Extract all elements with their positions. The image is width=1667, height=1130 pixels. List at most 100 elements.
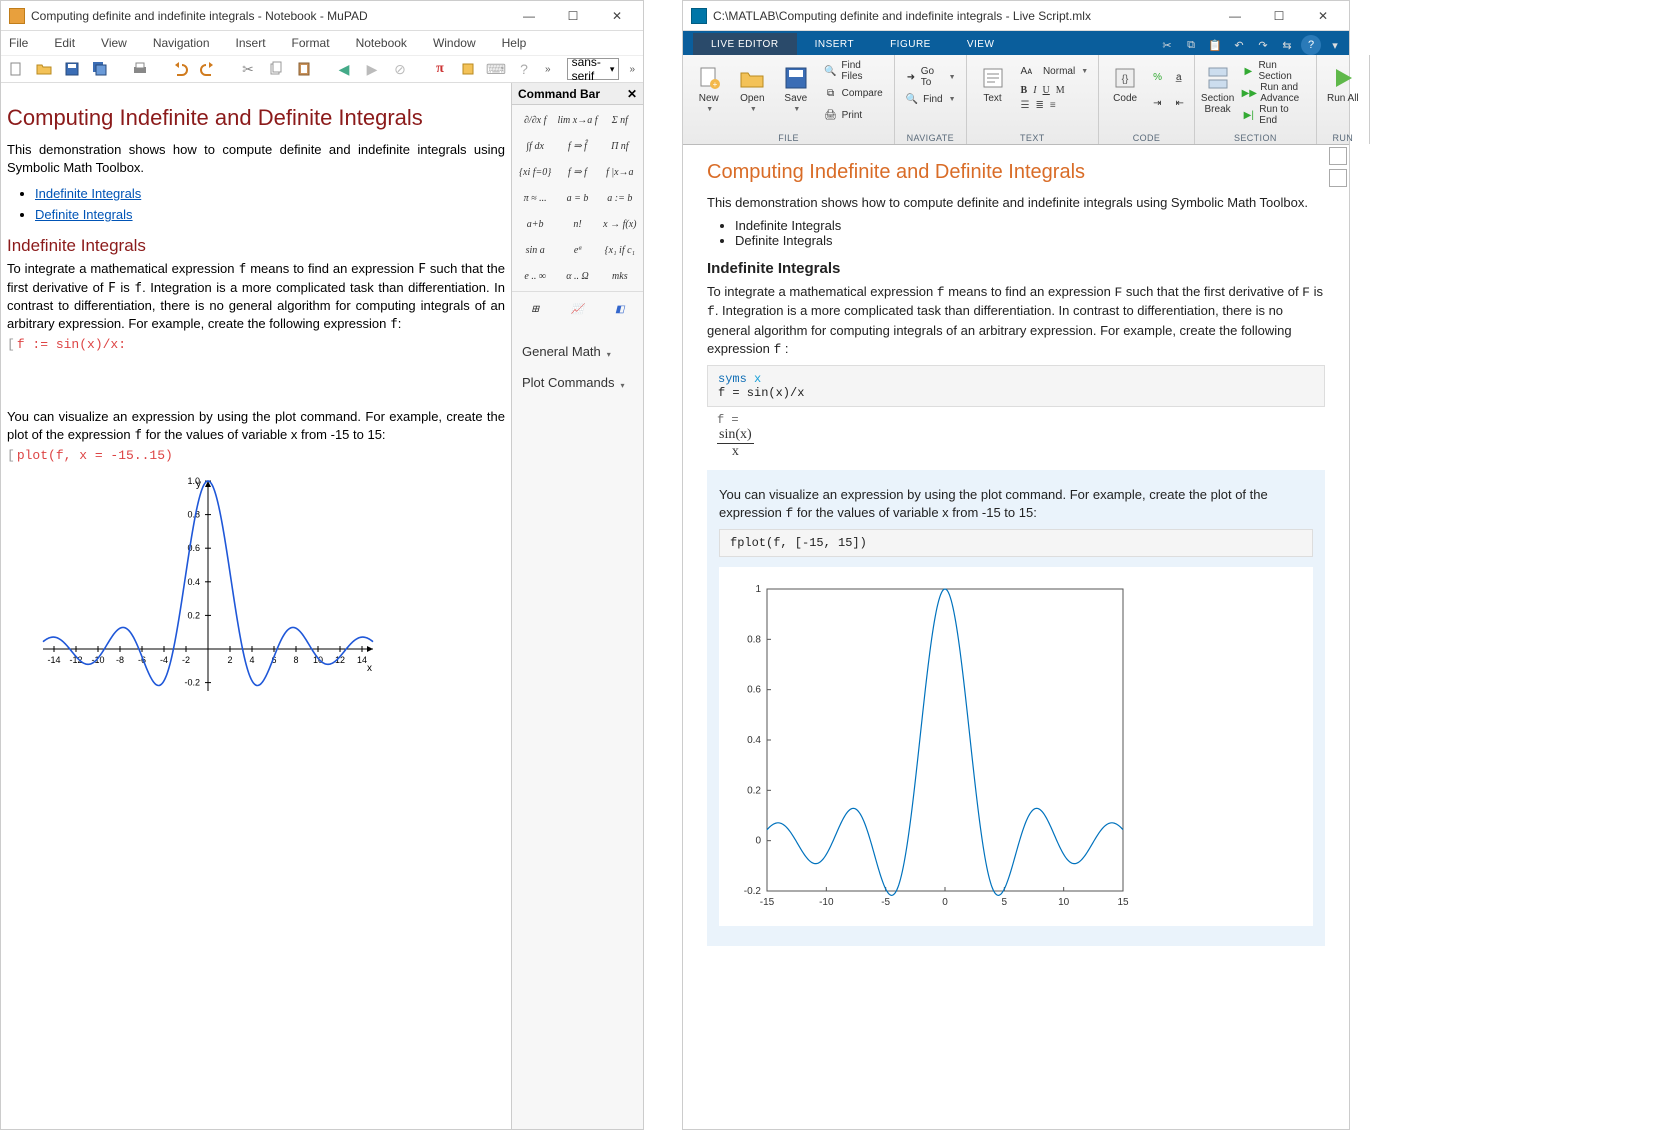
- qa-more-icon[interactable]: ▾: [1325, 35, 1345, 55]
- print-icon[interactable]: [129, 58, 151, 80]
- print-button[interactable]: 🖨Print: [820, 105, 889, 125]
- close-button[interactable]: ✕: [1301, 2, 1345, 30]
- cmd-cell-10[interactable]: a = b: [556, 185, 598, 211]
- pi-icon[interactable]: π: [429, 58, 451, 80]
- cmd-cell-13[interactable]: n!: [556, 211, 598, 237]
- qa-undo-icon[interactable]: ↶: [1229, 35, 1249, 55]
- eval-icon[interactable]: [457, 58, 479, 80]
- ml-code-2[interactable]: fplot(f, [-15, 15]): [719, 529, 1313, 557]
- cmd-cell-1[interactable]: lim x→a f: [556, 107, 598, 133]
- compare-button[interactable]: ⧉Compare: [820, 83, 889, 103]
- gutter-output-inline-icon[interactable]: [1329, 169, 1347, 187]
- ml-code-1[interactable]: syms x f = sin(x)/x: [707, 365, 1325, 407]
- link-definite[interactable]: Definite Integrals: [35, 207, 133, 222]
- gutter-output-right-icon[interactable]: [1329, 147, 1347, 165]
- code-c-icon[interactable]: ⇥: [1149, 93, 1165, 113]
- paste-icon[interactable]: [293, 58, 315, 80]
- toolbar-overflow-icon[interactable]: »: [545, 64, 551, 75]
- cmd-cell-2[interactable]: Σ nf: [599, 107, 641, 133]
- open-button[interactable]: Open▼: [733, 61, 773, 113]
- code-button[interactable]: {}Code: [1105, 61, 1145, 104]
- tab-view[interactable]: VIEW: [949, 33, 1013, 55]
- menu-edit[interactable]: Edit: [50, 34, 79, 52]
- goto-button[interactable]: ➜Go To▼: [901, 67, 959, 87]
- plot-commands-link[interactable]: Plot Commands: [512, 367, 643, 398]
- code-b-icon[interactable]: a̲: [1172, 67, 1186, 87]
- cmd-cell-3[interactable]: ∫f dx: [514, 133, 556, 159]
- italic-button[interactable]: I: [1033, 85, 1036, 96]
- find-files-button[interactable]: 🔍Find Files: [820, 61, 889, 81]
- run-all-button[interactable]: Run All: [1323, 61, 1363, 104]
- tab-live-editor[interactable]: LIVE EDITOR: [693, 33, 797, 55]
- code-block-1[interactable]: f := sin(x)/x:: [7, 337, 505, 352]
- nav-fwd-icon[interactable]: ▶: [361, 58, 383, 80]
- minimize-button[interactable]: —: [507, 2, 551, 30]
- maximize-button[interactable]: ☐: [1257, 2, 1301, 30]
- help-icon[interactable]: ?: [513, 58, 535, 80]
- cmd-matrix-icon[interactable]: ⊞: [514, 296, 556, 322]
- cmd-cell-18[interactable]: e .. ∞: [514, 263, 556, 289]
- list-number-button[interactable]: ≣: [1036, 100, 1044, 111]
- align-button[interactable]: ≡: [1050, 100, 1056, 111]
- cmd-cell-4[interactable]: f ⇒ f̂: [556, 133, 598, 159]
- cmd-cell-7[interactable]: f ⇒ f: [556, 159, 598, 185]
- cmd-cell-14[interactable]: x → f(x): [599, 211, 641, 237]
- tab-insert[interactable]: INSERT: [797, 33, 873, 55]
- new-icon[interactable]: [5, 58, 27, 80]
- cmd-cell-11[interactable]: a := b: [599, 185, 641, 211]
- close-icon[interactable]: ✕: [627, 87, 637, 101]
- underline-button[interactable]: U: [1043, 85, 1050, 96]
- open-icon[interactable]: [33, 58, 55, 80]
- qa-redo-icon[interactable]: ↷: [1253, 35, 1273, 55]
- cmd-cell-15[interactable]: sin a: [514, 237, 556, 263]
- cmd-cell-20[interactable]: mks: [599, 263, 641, 289]
- cmd-cell-6[interactable]: {xi f=0}: [514, 159, 556, 185]
- cmd-cell-8[interactable]: f |x→a: [599, 159, 641, 185]
- new-button[interactable]: +New▼: [689, 61, 729, 113]
- cmd-cube-icon[interactable]: ◧: [599, 296, 641, 322]
- saveall-icon[interactable]: [89, 58, 111, 80]
- qa-copy-icon[interactable]: ⧉: [1181, 35, 1201, 55]
- nav-back-icon[interactable]: ◀: [333, 58, 355, 80]
- menu-notebook[interactable]: Notebook: [352, 34, 411, 52]
- cmd-cell-16[interactable]: eª: [556, 237, 598, 263]
- menu-insert[interactable]: Insert: [232, 34, 270, 52]
- menu-window[interactable]: Window: [429, 34, 480, 52]
- redo-icon[interactable]: [197, 58, 219, 80]
- matlab-document[interactable]: Computing Indefinite and Definite Integr…: [683, 145, 1349, 1129]
- menu-file[interactable]: File: [5, 34, 32, 52]
- cmd-cell-19[interactable]: α .. Ω: [556, 263, 598, 289]
- menu-view[interactable]: View: [97, 34, 131, 52]
- tab-figure[interactable]: FIGURE: [872, 33, 949, 55]
- stop-icon[interactable]: ⊘: [389, 58, 411, 80]
- code-block-2[interactable]: plot(f, x = -15..15): [7, 448, 505, 463]
- toolbar-overflow2-icon[interactable]: »: [629, 64, 635, 75]
- menu-format[interactable]: Format: [288, 34, 334, 52]
- code-a-icon[interactable]: %: [1149, 67, 1166, 87]
- maximize-button[interactable]: ☐: [551, 2, 595, 30]
- menu-help[interactable]: Help: [498, 34, 531, 52]
- cmd-cell-9[interactable]: π ≈ ...: [514, 185, 556, 211]
- close-button[interactable]: ✕: [595, 2, 639, 30]
- qa-paste-icon[interactable]: 📋: [1205, 35, 1225, 55]
- cmd-cell-12[interactable]: a+b: [514, 211, 556, 237]
- link-indefinite[interactable]: Indefinite Integrals: [35, 186, 141, 201]
- copy-icon[interactable]: [265, 58, 287, 80]
- mupad-document[interactable]: Computing Indefinite and Definite Integr…: [1, 83, 511, 1129]
- section-break-button[interactable]: Section Break: [1201, 61, 1234, 115]
- text-button[interactable]: Text: [973, 61, 1013, 104]
- general-math-link[interactable]: General Math: [512, 336, 643, 367]
- cmd-plot-icon[interactable]: 📈: [556, 296, 598, 322]
- list-bullet-button[interactable]: ☰: [1021, 100, 1030, 111]
- minimize-button[interactable]: —: [1213, 2, 1257, 30]
- find-button[interactable]: 🔍Find▼: [901, 89, 959, 109]
- font-selector[interactable]: sans-serif ▾: [567, 58, 620, 80]
- cut-icon[interactable]: ✂: [237, 58, 259, 80]
- mono-button[interactable]: M: [1056, 85, 1065, 96]
- run-advance-button[interactable]: ▶▶Run and Advance: [1238, 83, 1310, 103]
- bold-button[interactable]: B: [1021, 85, 1028, 96]
- undo-icon[interactable]: [169, 58, 191, 80]
- run-to-end-button[interactable]: ▶|Run to End: [1238, 105, 1310, 125]
- code-d-icon[interactable]: ⇤: [1172, 93, 1188, 113]
- qa-cut-icon[interactable]: ✂: [1157, 35, 1177, 55]
